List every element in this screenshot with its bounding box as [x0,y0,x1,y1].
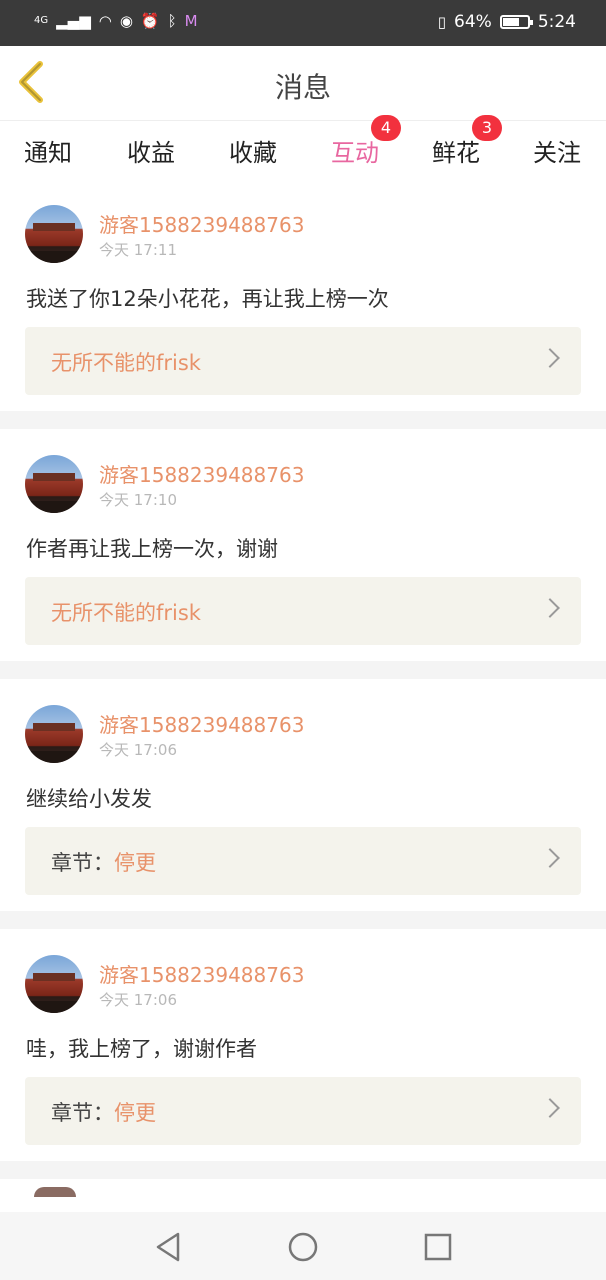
app-icon: M [184,12,198,30]
tab-follow[interactable]: 关注 [533,133,581,168]
home-circle-icon[interactable] [286,1230,320,1264]
badge-count: 4 [371,115,401,141]
chevron-right-icon [540,848,560,868]
timestamp: 今天 17:10 [99,491,177,509]
username[interactable]: 游客1588239488763 [99,459,304,488]
message-text: 哇，我上榜了，谢谢作者 [26,1037,257,1061]
system-nav-bar [0,1212,606,1280]
signal-icon: 4G [34,15,49,26]
chapter-link[interactable]: 章节：停更 [25,827,581,895]
link-value: 停更 [114,1101,156,1125]
chapter-link[interactable]: 章节：停更 [25,1077,581,1145]
page-title: 消息 [274,71,331,104]
clock: 5:24 [537,12,576,32]
message-text: 作者再让我上榜一次，谢谢 [26,537,278,561]
battery-percent: 64% [454,12,492,32]
alarm-icon: ⏰ [140,12,160,30]
tab-flowers[interactable]: 鲜花 3 [432,115,502,168]
wifi-icon: ◠ [98,12,112,30]
username[interactable]: 游客1588239488763 [99,959,304,988]
back-triangle-icon[interactable] [152,1230,186,1264]
username[interactable]: 游客1588239488763 [99,209,304,238]
tab-label: 通知 [24,139,72,167]
avatar[interactable] [25,205,83,263]
eye-icon: ◉ [119,12,133,30]
chevron-right-icon [540,1098,560,1118]
signal-bars-icon: ▂▄▆ [56,12,91,30]
tab-label: 鲜花 [432,139,480,167]
message-text: 继续给小发发 [26,787,152,811]
avatar[interactable] [25,455,83,513]
message-card: 游客1588239488763 今天 17:11 我送了你12朵小花花，再让我上… [0,179,606,411]
link-label: 章节： [51,1101,114,1125]
link-value: 停更 [114,851,156,875]
tab-notice[interactable]: 通知 [24,133,72,168]
link-value: 无所不能的frisk [51,351,201,375]
tab-label: 收藏 [229,139,277,167]
work-link[interactable]: 无所不能的frisk [25,577,581,645]
link-value: 无所不能的frisk [51,601,201,625]
bluetooth-icon: ᛒ [167,12,177,30]
battery-icon [499,15,533,29]
chevron-right-icon [540,348,560,368]
link-label: 章节： [51,851,114,875]
tab-favorites[interactable]: 收藏 [229,133,277,168]
badge-count: 3 [472,115,502,141]
chevron-right-icon [540,598,560,618]
message-text: 我送了你12朵小花花，再让我上榜一次 [26,287,389,311]
status-bar: 4G ▂▄▆ ◠ ◉ ⏰ ᛒ M ▯ 64% 5:24 [0,0,606,46]
vibrate-icon: ▯ [437,13,447,31]
avatar[interactable] [34,1187,76,1197]
username[interactable]: 游客1588239488763 [99,709,304,738]
tab-earnings[interactable]: 收益 [127,133,175,168]
tab-bar: 通知 收益 收藏 互动 4 鲜花 3 关注 [0,115,606,183]
timestamp: 今天 17:06 [99,991,177,1009]
message-card: 游客1588239488763 今天 17:06 哇，我上榜了，谢谢作者 章节：… [0,929,606,1161]
message-list: 游客1588239488763 今天 17:11 我送了你12朵小花花，再让我上… [0,179,606,1237]
recents-square-icon[interactable] [421,1230,455,1264]
tab-label: 关注 [533,139,581,167]
tab-label: 互动 [331,139,379,167]
avatar[interactable] [25,705,83,763]
avatar[interactable] [25,955,83,1013]
timestamp: 今天 17:11 [99,241,177,259]
tab-label: 收益 [127,139,175,167]
header: 消息 [0,46,606,120]
work-link[interactable]: 无所不能的frisk [25,327,581,395]
timestamp: 今天 17:06 [99,741,177,759]
tab-interaction[interactable]: 互动 4 [331,115,401,183]
message-card: 游客1588239488763 今天 17:10 作者再让我上榜一次，谢谢 无所… [0,429,606,661]
message-card: 游客1588239488763 今天 17:06 继续给小发发 章节：停更 [0,679,606,911]
